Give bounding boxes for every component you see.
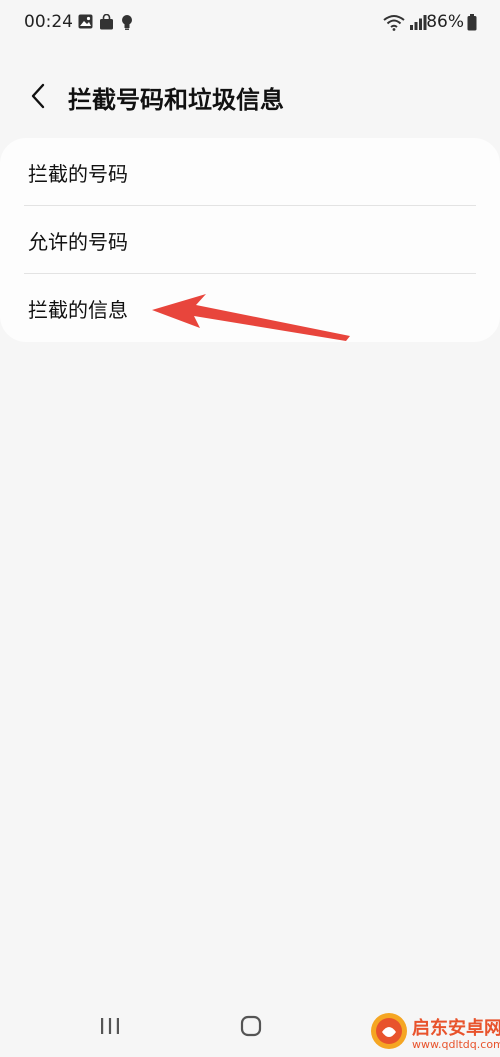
settings-item-label: 允许的号码 xyxy=(28,230,128,254)
shopping-bag-icon xyxy=(99,13,114,34)
screen: 00:24 86% 拦截号码和垃圾信息 拦截的号码 允许的号码 拦截的信息 启东… xyxy=(0,0,500,1057)
settings-item-label: 拦截的号码 xyxy=(28,162,128,186)
gallery-icon xyxy=(78,14,93,33)
header: 拦截号码和垃圾信息 xyxy=(0,70,500,126)
battery-percent: 86% xyxy=(426,12,464,32)
battery-icon xyxy=(467,14,477,35)
annotation-arrow xyxy=(150,288,356,348)
status-time: 00:24 xyxy=(24,12,73,32)
bulb-icon xyxy=(121,14,133,34)
wifi-icon xyxy=(383,14,405,35)
blocked-numbers-item[interactable]: 拦截的号码 xyxy=(0,138,500,206)
back-button[interactable] xyxy=(20,78,56,118)
recents-button[interactable] xyxy=(90,1012,130,1044)
page-title: 拦截号码和垃圾信息 xyxy=(68,86,284,114)
status-bar: 00:24 86% xyxy=(0,0,500,46)
watermark-brand: 启东安卓网 xyxy=(412,1018,500,1039)
watermark: 启东安卓网 www.qdltdq.com xyxy=(366,1006,500,1057)
signal-icon xyxy=(409,14,427,34)
home-button[interactable] xyxy=(231,1012,271,1044)
chevron-left-icon xyxy=(29,82,47,114)
recents-icon xyxy=(99,1017,121,1039)
settings-item-label: 拦截的信息 xyxy=(28,298,128,322)
watermark-logo-icon xyxy=(370,1012,408,1054)
home-icon xyxy=(240,1015,262,1041)
watermark-url: www.qdltdq.com xyxy=(412,1038,500,1051)
allowed-numbers-item[interactable]: 允许的号码 xyxy=(0,206,500,274)
